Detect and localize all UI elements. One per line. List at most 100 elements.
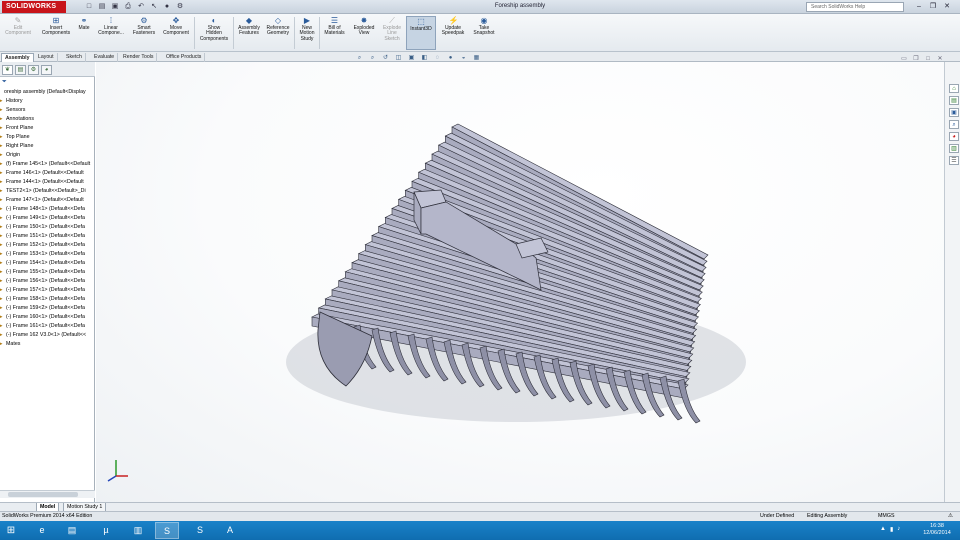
update-speedpak-button[interactable]: ⚡ Update Speedpak (439, 16, 467, 50)
tray-arrow-icon[interactable]: ▲ (880, 526, 886, 533)
mate-button[interactable]: ⚭ Mate (76, 16, 92, 50)
tree-item[interactable]: ▸ (-) Frame 162 V3.0<1> (Default<< (0, 331, 95, 340)
tree-item[interactable]: ▸ (-) Frame 154<1> (Default<<Defa (0, 259, 95, 268)
apply-scene-icon[interactable]: ◒ (459, 54, 468, 63)
skype-icon[interactable]: S (188, 522, 212, 539)
new-icon[interactable]: □ (84, 2, 94, 12)
restore-icon[interactable]: ❐ (928, 1, 938, 12)
tab-assembly[interactable]: Assembly (1, 53, 34, 62)
design-library-icon[interactable]: ▤ (949, 96, 959, 105)
viewport-restore-icon[interactable]: ❐ (912, 55, 920, 63)
units-status[interactable]: MMGS (878, 512, 894, 521)
tree-item[interactable]: oreship assembly (Default<Display (0, 88, 95, 97)
rebuild-icon[interactable]: ● (162, 2, 172, 12)
torrent-icon[interactable]: µ (94, 522, 118, 539)
tree-item[interactable]: ▸ (-) Frame 152<1> (Default<<Defa (0, 241, 95, 250)
tree-item[interactable]: ▸ (-) Frame 159<2> (Default<<Defa (0, 304, 95, 313)
file-explorer-icon[interactable]: ▣ (949, 108, 959, 117)
tree-item[interactable]: ▸ (-) Frame 153<1> (Default<<Defa (0, 250, 95, 259)
tree-item[interactable]: ▸ History (0, 97, 95, 106)
close-icon[interactable]: ✕ (942, 1, 952, 12)
tree-item[interactable]: ▸ (-) Frame 148<1> (Default<<Defa (0, 205, 95, 214)
viewport-close-icon[interactable]: ✕ (936, 55, 944, 63)
take-snapshot-button[interactable]: ◉ Take Snapshot (470, 16, 498, 50)
appearances-icon[interactable]: ◕ (949, 132, 959, 141)
edit-component-button[interactable]: ✎ Edit Component (2, 16, 34, 50)
tree-item[interactable]: ▸ Right Plane (0, 142, 95, 151)
forum-icon[interactable]: ☰ (949, 156, 959, 165)
insert-components-button[interactable]: ⊞ Insert Components (37, 16, 75, 50)
notes-icon[interactable]: ▥ (126, 522, 150, 539)
network-icon[interactable]: ▮ (890, 526, 893, 533)
section-view-icon[interactable]: ◫ (394, 54, 403, 63)
tree-item[interactable]: ▸ Frame 146<1> (Default<<Default (0, 169, 95, 178)
open-icon[interactable]: ▤ (97, 2, 107, 12)
exploded-view-button[interactable]: ✸ Exploded View (350, 16, 378, 50)
tree-item[interactable]: ▸ (-) Frame 160<1> (Default<<Defa (0, 313, 95, 322)
resources-icon[interactable]: ⌂ (949, 84, 959, 93)
zoom-area-icon[interactable]: ⌕ (368, 54, 377, 63)
select-icon[interactable]: ↖ (149, 2, 159, 12)
configuration-manager-icon[interactable]: ⚙ (28, 65, 39, 75)
show-hidden-button[interactable]: ◐ Show Hidden Components (196, 16, 232, 50)
ie-icon[interactable]: e (30, 522, 54, 539)
horizontal-scrollbar[interactable] (0, 490, 95, 498)
tree-item[interactable]: ▸ Sensors (0, 106, 95, 115)
acrobat-icon[interactable]: A (218, 522, 242, 539)
graphics-area[interactable] (96, 62, 944, 502)
linear-pattern-button[interactable]: ⁞ Linear Compone... (94, 16, 128, 50)
tab-layout[interactable]: Layout (35, 53, 58, 62)
options-icon[interactable]: ⚙ (175, 2, 185, 12)
property-manager-icon[interactable]: ▤ (15, 65, 26, 75)
tree-item[interactable]: ▸ (-) Frame 156<1> (Default<<Defa (0, 277, 95, 286)
zoom-to-fit-icon[interactable]: ⌕ (355, 54, 364, 63)
minimize-icon[interactable]: – (914, 1, 924, 12)
tree-item[interactable]: ▸ Front Plane (0, 124, 95, 133)
viewport-minimize-icon[interactable]: ▭ (900, 55, 908, 63)
tree-item[interactable]: ▸ (f) Frame 145<1> (Default<<Default (0, 160, 95, 169)
explorer-icon[interactable]: ▤ (60, 522, 84, 539)
explode-line-sketch-button[interactable]: ⟋ Explode Line Sketch (379, 16, 405, 50)
start-button-icon[interactable]: ⊞ (4, 524, 18, 537)
tree-item[interactable]: ▸ (-) Frame 158<1> (Default<<Defa (0, 295, 95, 304)
scroll-thumb[interactable] (8, 492, 78, 497)
tree-item[interactable]: ▸ (-) Frame 157<1> (Default<<Defa (0, 286, 95, 295)
tree-item[interactable]: ▸ Top Plane (0, 133, 95, 142)
tree-item[interactable]: ▸ Frame 144<1> (Default<<Default (0, 178, 95, 187)
bill-of-materials-button[interactable]: ☰ Bill of Materials (321, 16, 348, 50)
solidworks-icon[interactable]: S (155, 522, 179, 539)
tab-office-products[interactable]: Office Products (163, 53, 206, 62)
display-manager-icon[interactable]: ◕ (41, 65, 52, 75)
tree-item[interactable]: ▸ (-) Frame 161<1> (Default<<Defa (0, 322, 95, 331)
feature-manager-icon[interactable]: ❦ (2, 65, 13, 75)
assembly-features-button[interactable]: ◆ Assembly Features (235, 16, 263, 50)
tree-item[interactable]: ▸ (-) Frame 155<1> (Default<<Defa (0, 268, 95, 277)
smart-fasteners-button[interactable]: ⚙ Smart Fasteners (129, 16, 159, 50)
tree-item[interactable]: ▸ (-) Frame 150<1> (Default<<Defa (0, 223, 95, 232)
tree-item[interactable]: ▸ Mates (0, 340, 95, 349)
tree-item[interactable]: ▸ (-) Frame 151<1> (Default<<Defa (0, 232, 95, 241)
hide-show-icon[interactable]: ◌ (433, 54, 442, 63)
help-icon[interactable]: ⚠ (948, 512, 953, 521)
view-settings-icon[interactable]: ▦ (472, 54, 481, 63)
viewport-maximize-icon[interactable]: □ (924, 55, 932, 63)
tree-item[interactable]: ▸ Frame 147<1> (Default<<Default (0, 196, 95, 205)
instant3d-button[interactable]: ⬚ Instant3D (406, 16, 436, 50)
tree-item[interactable]: ▸ TEST2<1> (Default<<Default>_Di (0, 187, 95, 196)
tree-item[interactable]: ▸ (-) Frame 149<1> (Default<<Defa (0, 214, 95, 223)
save-icon[interactable]: ▣ (110, 2, 120, 12)
tab-render-tools[interactable]: Render Tools (120, 53, 158, 62)
view-orientation-icon[interactable]: ▣ (407, 54, 416, 63)
undo-icon[interactable]: ↶ (136, 2, 146, 12)
help-search-input[interactable]: Search SolidWorks Help (806, 2, 904, 12)
reference-geometry-button[interactable]: ◇ Reference Geometry (263, 16, 293, 50)
tab-sketch[interactable]: Sketch (63, 53, 86, 62)
print-icon[interactable]: ⎙ (123, 2, 133, 12)
volume-icon[interactable]: ♪ (897, 526, 900, 533)
filter-icon[interactable]: ⏷ (2, 79, 7, 86)
tab-evaluate[interactable]: Evaluate (91, 53, 119, 62)
search-icon[interactable]: ⌕ (949, 120, 959, 129)
clock[interactable]: 16:38 12/06/2014 (918, 523, 956, 537)
previous-view-icon[interactable]: ↺ (381, 54, 390, 63)
display-style-icon[interactable]: ◧ (420, 54, 429, 63)
